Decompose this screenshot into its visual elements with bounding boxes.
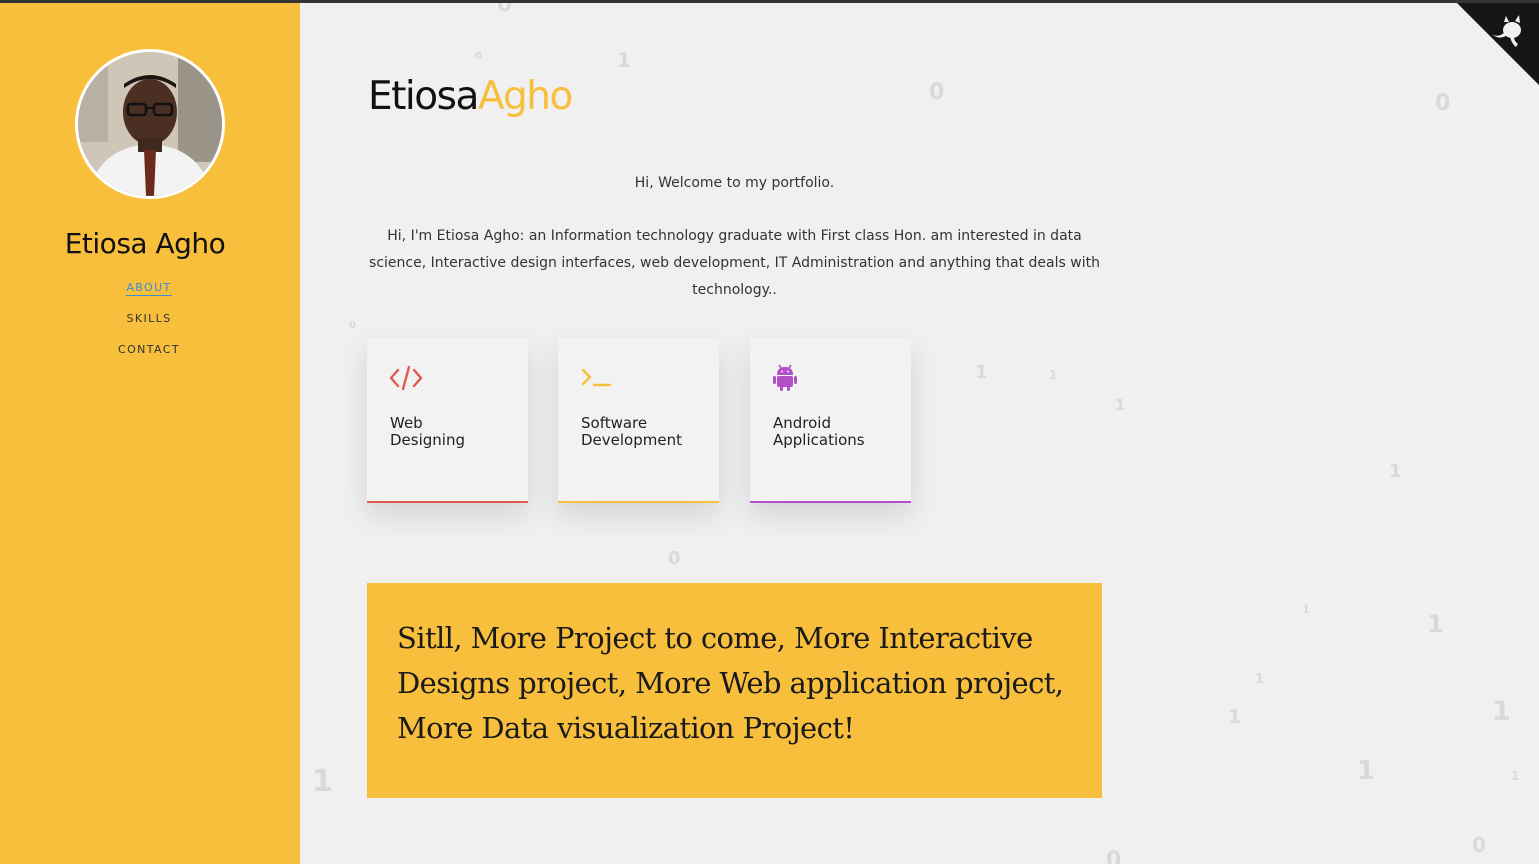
bg-digit: 1: [312, 764, 333, 799]
intro-text: Hi, I'm Etiosa Agho: an Information tech…: [369, 228, 1100, 298]
bg-digit: 1: [1115, 396, 1126, 414]
bg-digit: 0: [349, 320, 356, 331]
github-corner-link[interactable]: [1454, 0, 1539, 85]
nav-item-contact-label: CONTACT: [118, 343, 180, 356]
card-label-line2: Designing: [390, 431, 465, 449]
top-border: [0, 0, 1539, 3]
bg-digit: 1: [1049, 368, 1058, 382]
card-label-line2: Applications: [773, 431, 865, 449]
bg-digit: 1: [1492, 696, 1511, 727]
card-label-line1: Web: [390, 414, 423, 432]
nav-item-skills-label: SKILLS: [126, 312, 172, 325]
card-accent-bar: [558, 501, 719, 503]
sidebar-name: Etiosa Agho: [64, 227, 226, 260]
nav-item-skills[interactable]: SKILLS: [0, 310, 298, 341]
sidebar: Etiosa Agho ABOUT SKILLS CONTACT: [0, 3, 300, 864]
card-label: Web Designing: [390, 415, 510, 449]
bg-digit: 0: [1472, 833, 1486, 857]
title-last-name: Agho: [477, 74, 574, 119]
nav-item-about[interactable]: ABOUT: [0, 279, 298, 310]
card-android-applications[interactable]: Android Applications: [750, 338, 911, 503]
bg-digit: 0: [668, 548, 681, 569]
bg-digit: 1: [975, 362, 988, 383]
page-title: EtiosaAgho: [368, 74, 574, 119]
sidebar-nav: ABOUT SKILLS CONTACT: [0, 279, 298, 372]
card-label-line2: Development: [581, 431, 682, 449]
bg-digit: 1: [1357, 756, 1376, 786]
card-accent-bar: [750, 501, 911, 503]
bg-digit: 0: [1106, 848, 1122, 864]
nav-item-about-label: ABOUT: [126, 281, 172, 296]
card-label-line1: Software: [581, 414, 648, 432]
card-label-line1: Android: [773, 414, 831, 432]
card-web-designing[interactable]: Web Designing: [367, 338, 528, 503]
github-octocat-icon: [1454, 0, 1539, 85]
bg-digit: 1: [617, 48, 631, 72]
banner-text: Sitll, More Project to come, More Intera…: [397, 621, 1064, 745]
bg-digit: 1: [1389, 461, 1402, 482]
card-label: Software Development: [581, 415, 701, 449]
bg-digit: 0: [475, 51, 482, 62]
bg-digit: 0: [929, 80, 945, 105]
nav-item-contact[interactable]: CONTACT: [0, 341, 298, 372]
bg-digit: 1: [1255, 672, 1265, 687]
bg-digit: 1: [1228, 706, 1242, 728]
bg-digit: 1: [1511, 769, 1520, 783]
card-label: Android Applications: [773, 415, 893, 449]
welcome-text: Hi, Welcome to my portfolio.: [634, 175, 835, 191]
card-accent-bar: [367, 501, 528, 503]
bg-digit: 1: [1302, 603, 1310, 616]
bg-digit: 1: [1427, 610, 1444, 638]
code-icon: [389, 365, 423, 391]
card-software-development[interactable]: Software Development: [558, 338, 719, 503]
projects-banner: Sitll, More Project to come, More Intera…: [367, 583, 1102, 798]
android-icon: [773, 364, 797, 391]
terminal-icon: [581, 368, 612, 387]
title-first-name: Etiosa: [368, 74, 479, 119]
avatar: [75, 49, 225, 199]
bg-digit: 0: [1435, 91, 1451, 116]
